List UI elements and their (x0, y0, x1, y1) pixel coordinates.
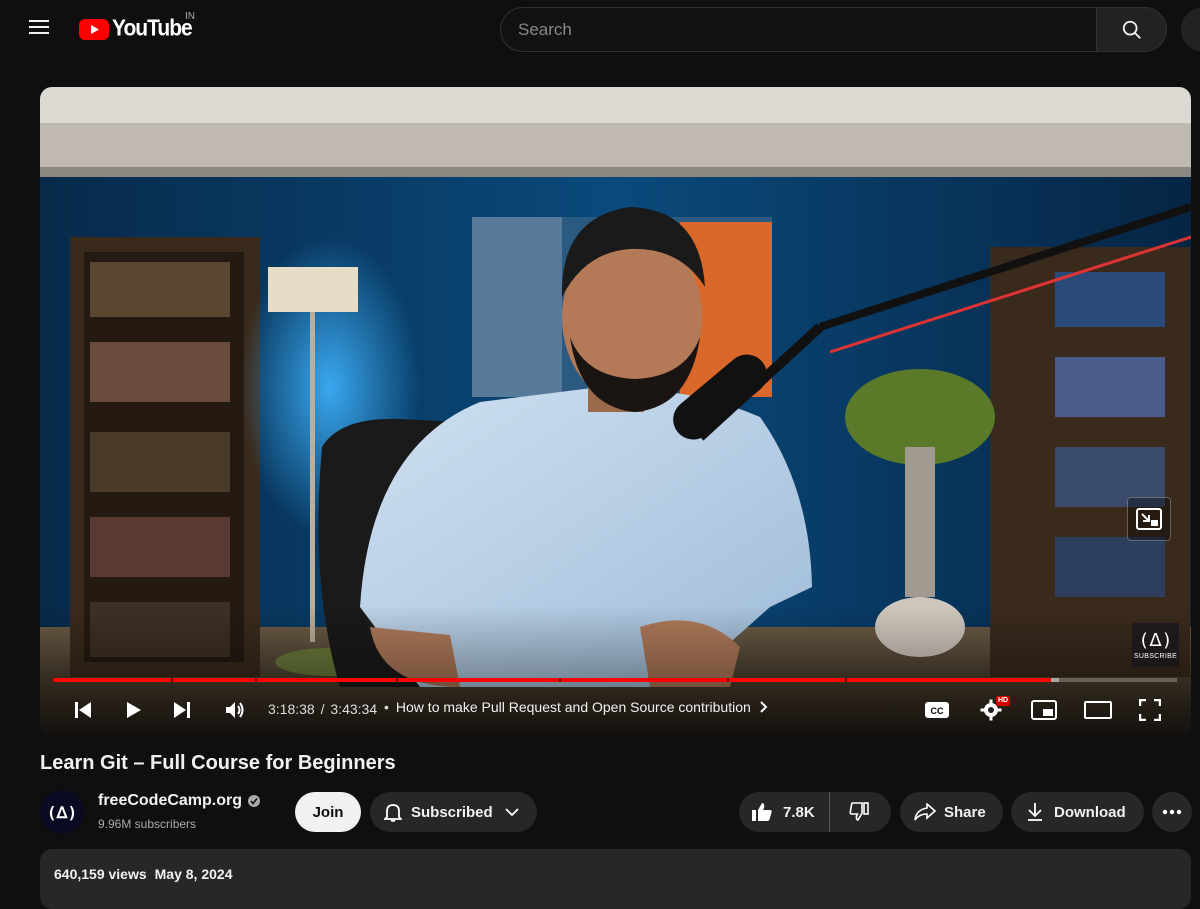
search-input[interactable] (501, 8, 1097, 51)
dislike-button[interactable] (830, 792, 890, 832)
channel-watermark[interactable]: (ᐃ) SUBSCRIBE (1132, 623, 1179, 667)
video-player[interactable]: (ᐃ) SUBSCRIBE 3:18:38 / 3:43:34 • How to… (40, 87, 1191, 735)
view-count: 640,159 views (54, 866, 147, 882)
channel-avatar-logo: (ᐃ) (46, 802, 78, 822)
skip-next-icon (174, 702, 190, 718)
chapter-marker (727, 678, 730, 682)
play-icon (127, 702, 141, 718)
chapter-marker (395, 678, 398, 682)
menu-icon[interactable] (24, 17, 54, 43)
volume-icon (226, 702, 244, 718)
theater-mode-button[interactable] (1080, 695, 1116, 725)
thumbs-up-icon (752, 803, 772, 821)
chevron-right-icon (760, 701, 768, 713)
miniplayer-overlay-button[interactable] (1127, 497, 1171, 541)
chapter-title: How to make Pull Request and Open Source… (395, 699, 751, 715)
play-button[interactable] (115, 695, 151, 725)
chapter-marker (845, 678, 848, 682)
description-meta: 640,159 views May 8, 2024 (54, 866, 232, 882)
share-icon (914, 803, 936, 821)
subscribed-label: Subscribed (411, 803, 493, 821)
search-icon (1122, 20, 1141, 39)
time-display: 3:18:38 / 3:43:34 (268, 701, 377, 717)
youtube-logo[interactable]: YouTube (79, 15, 193, 42)
share-button[interactable]: Share (900, 792, 1003, 832)
more-actions-button[interactable] (1152, 792, 1192, 832)
skip-previous-icon (75, 702, 91, 718)
chapter-marker (171, 678, 174, 682)
top-bar: YouTube IN (0, 0, 1200, 58)
miniplayer-expand-icon (1136, 508, 1162, 530)
chevron-down-icon (505, 808, 519, 817)
settings-button[interactable]: HD (973, 695, 1011, 725)
video-frame (40, 87, 1191, 735)
country-code: IN (185, 11, 195, 22)
youtube-play-logo-icon (79, 18, 109, 40)
share-label: Share (944, 803, 986, 821)
channel-avatar[interactable]: (ᐃ) (40, 790, 84, 834)
subtitles-button[interactable]: CC (919, 695, 955, 725)
join-button[interactable]: Join (295, 792, 361, 832)
progress-played (53, 678, 1052, 682)
search-button[interactable] (1096, 7, 1167, 52)
miniplayer-button[interactable] (1026, 695, 1062, 725)
chapter-marker (255, 678, 258, 682)
progress-bar[interactable] (53, 678, 1177, 682)
like-button[interactable]: 7.8K (739, 792, 830, 832)
verified-badge-icon (248, 795, 261, 807)
join-label: Join (312, 803, 344, 821)
captions-icon: CC (925, 702, 949, 718)
download-label: Download (1054, 803, 1126, 821)
watermark-logo: (ᐃ) (1138, 629, 1173, 651)
download-icon (1028, 803, 1042, 821)
chapter-marker (558, 678, 561, 682)
bell-icon (384, 804, 402, 822)
channel-name: freeCodeCamp.org (98, 792, 243, 809)
like-count: 7.8K (783, 803, 815, 821)
next-button[interactable] (164, 695, 200, 725)
description-box[interactable]: 640,159 views May 8, 2024 (40, 849, 1191, 909)
chapter-button[interactable]: • How to make Pull Request and Open Sour… (384, 699, 771, 715)
channel-name-link[interactable]: freeCodeCamp.org (98, 792, 261, 810)
subscriber-count: 9.96M subscribers (98, 817, 197, 831)
fullscreen-icon (1139, 699, 1161, 721)
watermark-label: SUBSCRIBE (1133, 652, 1178, 660)
miniplayer-icon (1031, 700, 1057, 720)
mute-button[interactable] (217, 695, 253, 725)
video-title: Learn Git – Full Course for Beginners (40, 752, 396, 774)
logo-text: YouTube (112, 15, 193, 42)
chapter-bullet: • (384, 699, 389, 715)
theater-mode-icon (1084, 701, 1112, 719)
thumbs-down-icon (849, 802, 869, 821)
more-horizontal-icon (1162, 809, 1182, 815)
voice-search-button[interactable] (1181, 7, 1200, 52)
fullscreen-button[interactable] (1132, 695, 1168, 725)
player-controls: 3:18:38 / 3:43:34 • How to make Pull Req… (40, 687, 1191, 735)
duration: 3:43:34 (330, 701, 378, 717)
search-box (500, 7, 1097, 52)
like-dislike-group: 7.8K (739, 792, 891, 832)
subscribed-button[interactable]: Subscribed (370, 792, 537, 832)
hd-badge: HD (996, 696, 1011, 706)
download-button[interactable]: Download (1011, 792, 1144, 832)
time-separator: / (320, 701, 325, 717)
current-time: 3:18:38 (268, 701, 315, 717)
previous-button[interactable] (65, 695, 101, 725)
svg-text:CC: CC (931, 706, 944, 716)
upload-date: May 8, 2024 (154, 866, 233, 882)
